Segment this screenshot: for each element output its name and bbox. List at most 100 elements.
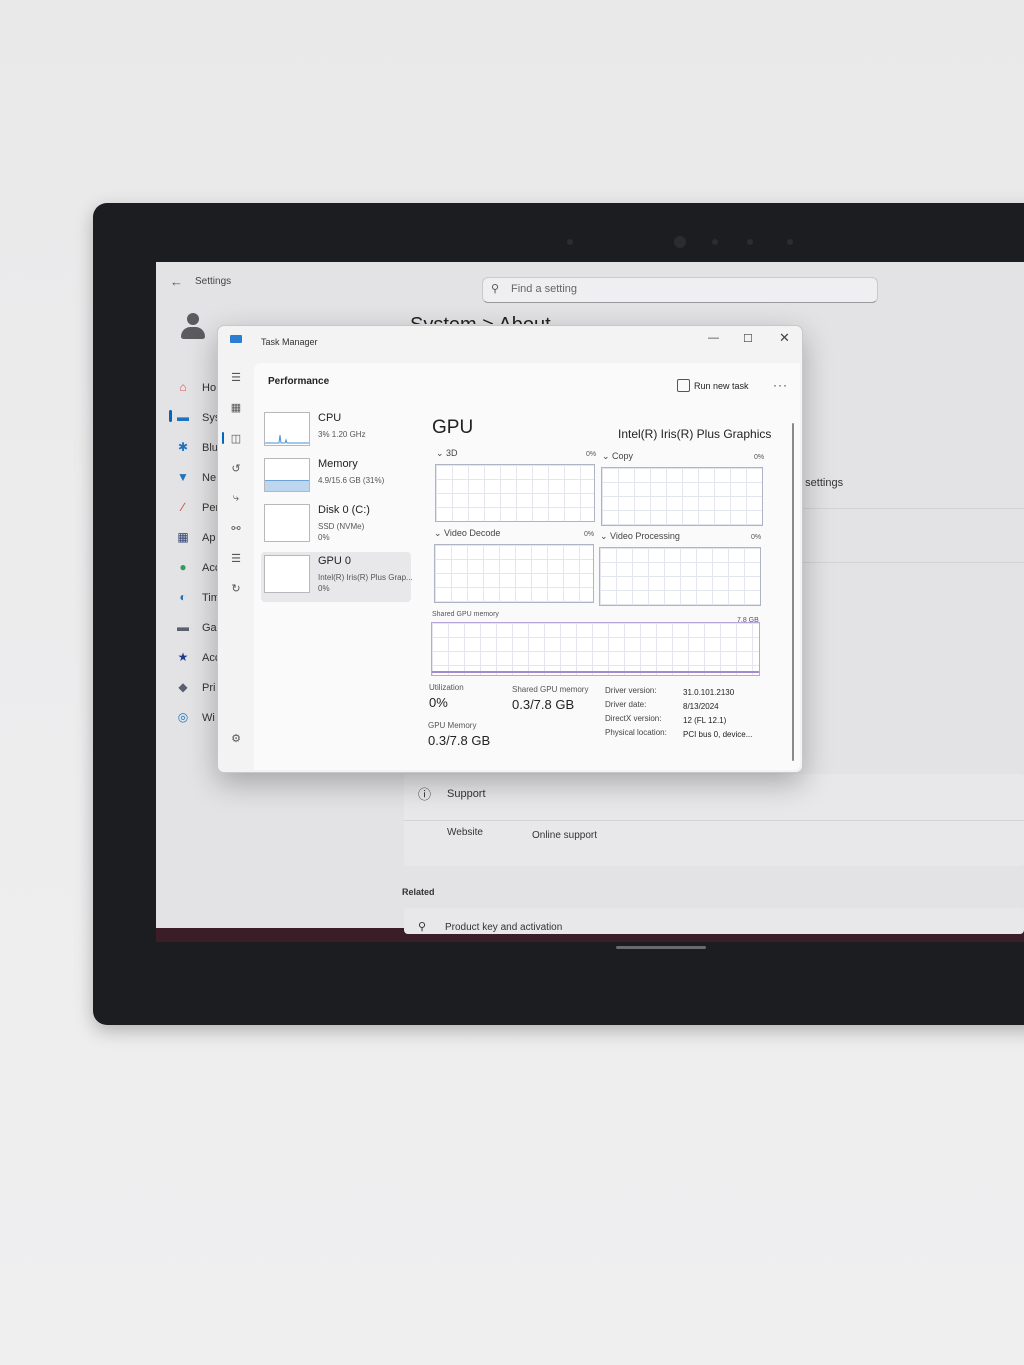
system-icon: ▬ (177, 410, 189, 424)
run-new-task-button[interactable]: Run new task (694, 381, 749, 391)
resource-detail: 3% 1.20 GHz (318, 430, 366, 439)
engine-pct: 0% (586, 451, 597, 458)
engine-dropdown-3d[interactable]: ⌄ 3D (436, 448, 458, 459)
gpu-memory-label: GPU Memory (428, 721, 477, 730)
shared-gpu-memory-value: 0.3/7.8 GB (512, 697, 575, 712)
users-icon[interactable]: ⚯ (229, 522, 243, 535)
sidebar-item-label: Ap (202, 532, 216, 544)
gpu-model: Intel(R) Iris(R) Plus Graphics (618, 427, 772, 441)
sidebar-item-label: Ne (202, 472, 217, 484)
window-title: Task Manager (261, 337, 318, 347)
engine-label: 3D (446, 448, 458, 458)
performance-icon[interactable]: ◫ (229, 432, 243, 445)
startup-apps-icon[interactable]: ⤷ (229, 492, 243, 505)
gpu-memory-value: 0.3/7.8 GB (428, 733, 491, 748)
breadcrumb: System > About (410, 310, 551, 324)
brush-icon: ∕ (181, 500, 184, 514)
driver-date-label: Driver date: (605, 700, 647, 709)
privacy-shield-icon: ◆ (178, 680, 188, 694)
driver-date-value: 8/13/2024 (683, 702, 719, 711)
directx-version-value: 12 (FL 12.1) (683, 716, 727, 725)
gpu-heading: GPU (432, 417, 474, 438)
scrollbar[interactable] (792, 423, 794, 761)
settings-gear-icon[interactable]: ⚙ (229, 732, 243, 745)
memory-thumbnail-graph (264, 458, 310, 492)
sidebar-item-label: Wi (202, 712, 215, 724)
utilization-label: Utilization (429, 683, 464, 692)
resource-detail: SSD (NVMe) (318, 522, 365, 531)
graph-video-decode (434, 544, 594, 603)
gaming-icon: ▬ (177, 620, 189, 634)
graph-copy (601, 467, 763, 526)
resource-memory[interactable]: Memory 4.9/15.6 GB (31%) (261, 455, 411, 501)
accessibility-icon: ★ (177, 650, 189, 664)
nav-selection-indicator (169, 410, 172, 422)
search-icon: ⚲ (491, 283, 500, 295)
physical-location-label: Physical location: (605, 728, 667, 737)
sensor-dot (747, 239, 753, 245)
resource-gpu[interactable]: GPU 0 Intel(R) Iris(R) Plus Grap... 0% (261, 552, 413, 602)
engine-label: Video Decode (444, 528, 501, 538)
engine-dropdown-copy[interactable]: ⌄ Copy (602, 451, 633, 462)
engine-dropdown-video-decode[interactable]: ⌄ Video Decode (434, 528, 500, 539)
engine-dropdown-video-processing[interactable]: ⌄ Video Processing (600, 531, 680, 542)
engine-label: Video Processing (610, 531, 680, 541)
apps-icon: ▦ (177, 530, 189, 544)
wifi-icon: ▼ (177, 470, 189, 484)
rail-selection-indicator (222, 432, 224, 444)
accounts-icon: ● (179, 560, 187, 574)
resource-name: GPU 0 (318, 555, 352, 567)
cpu-thumbnail-graph (264, 412, 310, 446)
graph-video-processing (599, 547, 761, 606)
shared-memory-graph (431, 622, 760, 676)
time-language-icon: ◐ (179, 590, 187, 604)
front-camera (674, 236, 686, 248)
directx-version-label: DirectX version: (605, 714, 662, 723)
search-box[interactable]: ⚲ Find a setting (482, 277, 878, 303)
processes-icon[interactable]: ▦ (229, 401, 243, 414)
close-icon[interactable]: ✕ (779, 330, 790, 346)
driver-version-label: Driver version: (605, 686, 657, 695)
sidebar-item-label: Pri (202, 682, 216, 694)
engine-label: Copy (612, 451, 634, 461)
resource-cpu[interactable]: CPU 3% 1.20 GHz (261, 409, 411, 455)
resource-name: Disk 0 (C:) (318, 504, 370, 516)
product-key-label: Product key and activation (445, 922, 563, 933)
resource-name: CPU (318, 412, 342, 424)
minimize-icon[interactable]: — (708, 332, 719, 344)
resource-usage: 0% (318, 584, 330, 593)
online-support-link[interactable]: Online support (532, 830, 597, 841)
camera-dot (567, 239, 573, 245)
details-icon[interactable]: ☰ (229, 552, 243, 565)
home-handle[interactable] (616, 946, 706, 949)
maximize-icon[interactable]: ☐ (743, 332, 753, 345)
resource-disk[interactable]: Disk 0 (C:) SSD (NVMe) 0% (261, 501, 411, 547)
search-placeholder: Find a setting (511, 283, 578, 295)
app-history-icon[interactable]: ↺ (229, 462, 243, 475)
resource-detail: Intel(R) Iris(R) Plus Grap... (318, 573, 413, 582)
avatar[interactable] (181, 313, 205, 341)
settings-link-text[interactable]: n settings (796, 477, 843, 489)
divider (404, 820, 1024, 821)
task-manager-logo-icon (230, 335, 242, 343)
sidebar-item-label: Blu (202, 442, 218, 454)
sidebar-item-label: Ga (202, 622, 217, 634)
related-heading: Related (402, 887, 435, 897)
settings-title: Settings (195, 276, 232, 287)
sensor-dot (787, 239, 793, 245)
sidebar-item-label: Ho (202, 382, 217, 394)
support-label: Support (447, 788, 486, 800)
gpu-thumbnail-graph (264, 555, 310, 593)
driver-version-value: 31.0.101.2130 (683, 688, 735, 697)
shared-memory-graph-label: Shared GPU memory (432, 611, 499, 618)
services-icon[interactable]: ↻ (229, 582, 243, 595)
section-title: Performance (268, 376, 330, 387)
hamburger-menu-icon[interactable]: ☰ (229, 371, 243, 384)
bluetooth-icon: ✱ (177, 440, 189, 454)
more-options-button[interactable]: ··· (773, 378, 788, 392)
website-label: Website (447, 827, 483, 838)
utilization-value: 0% (429, 695, 448, 710)
back-arrow-icon[interactable]: ← (170, 274, 183, 289)
disk-thumbnail-graph (264, 504, 310, 542)
sensor-dot (712, 239, 718, 245)
